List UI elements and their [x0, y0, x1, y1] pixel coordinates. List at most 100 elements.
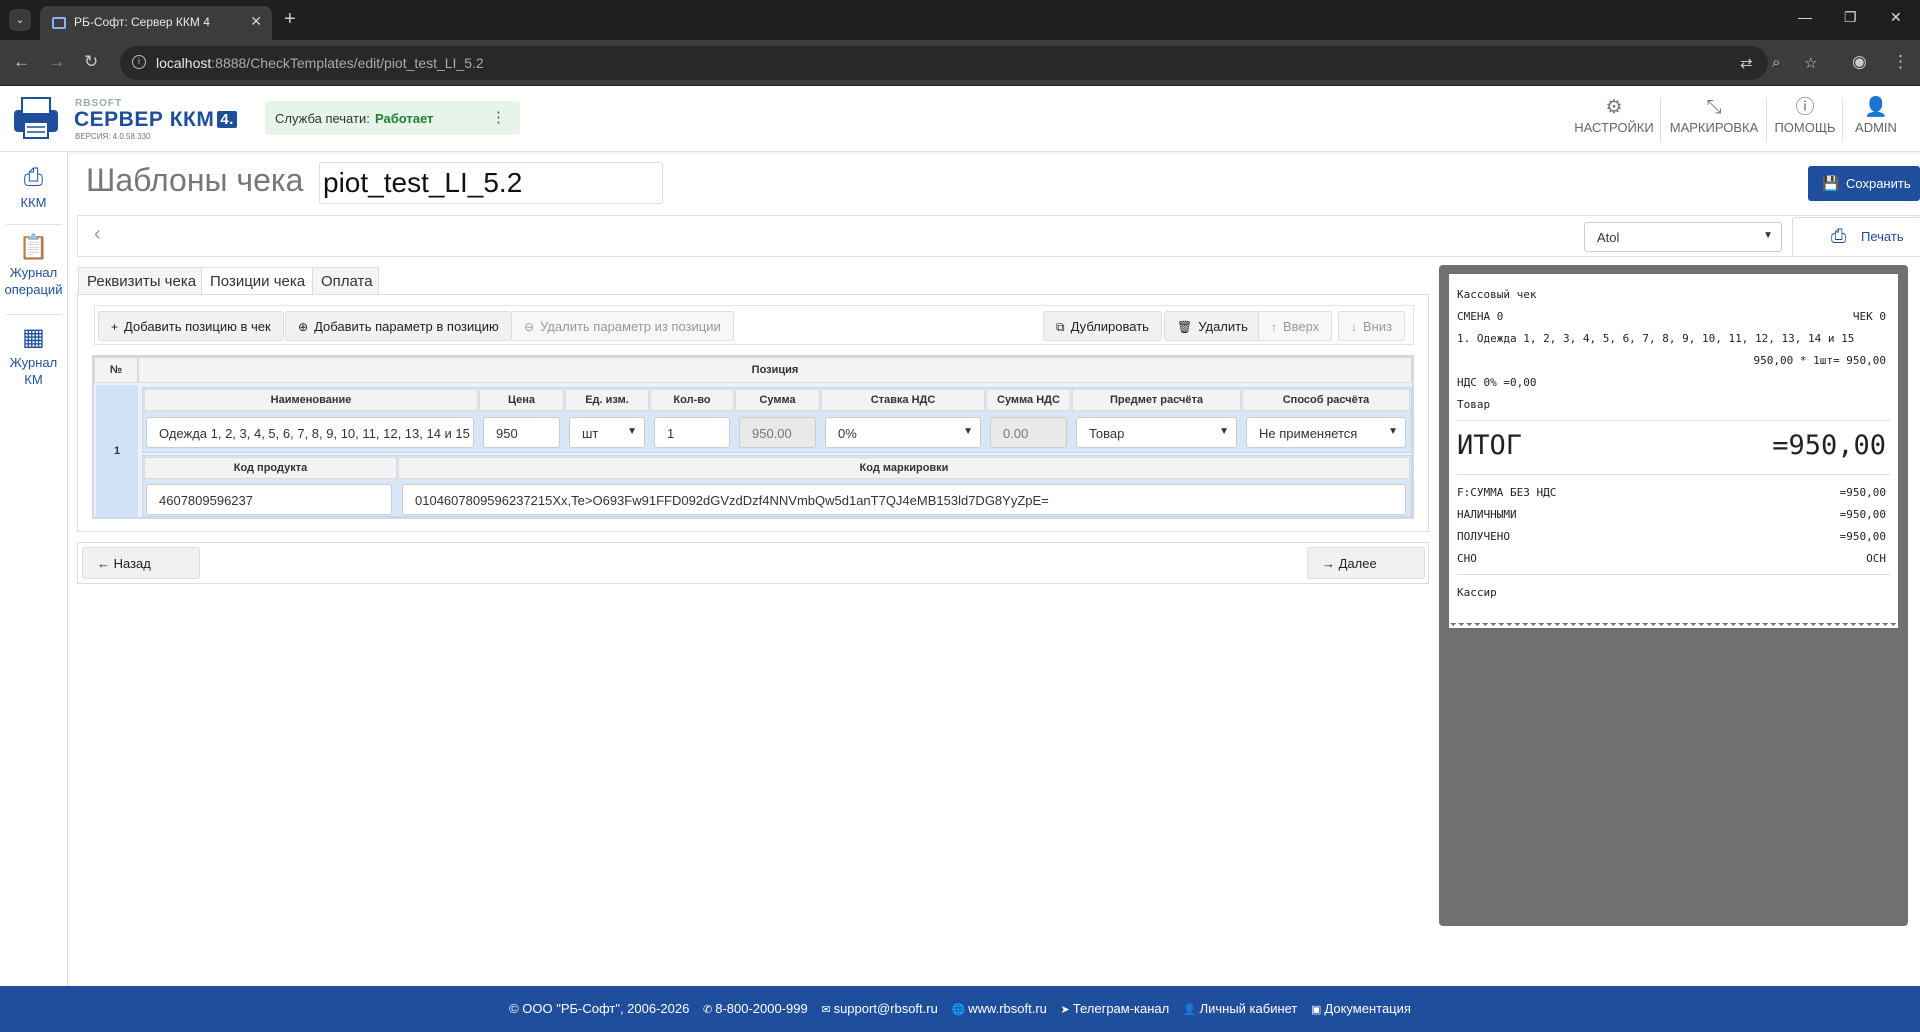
- sum-field: 950.00: [739, 417, 816, 448]
- qr-icon: ▦: [22, 324, 45, 351]
- nav-settings[interactable]: ⚙ НАСТРОЙКИ: [1572, 96, 1656, 144]
- marking-icon: ⤡: [1706, 97, 1722, 118]
- subject-select[interactable]: Товар ▼: [1076, 417, 1237, 448]
- plus-circle-icon: ⊕: [298, 320, 309, 334]
- kkm-select[interactable]: Atol ▼: [1584, 222, 1782, 252]
- browser-tab[interactable]: РБ-Софт: Сервер ККМ 4 ✕: [40, 6, 272, 40]
- logo-product: СЕРВЕР ККМ 4.: [74, 108, 237, 132]
- reload-icon[interactable]: ↻: [84, 52, 98, 72]
- tab-payment[interactable]: Оплата: [312, 267, 379, 295]
- sidebar: ⎙ ККМ 📋 Журнал операций ▦ Журнал КМ: [0, 152, 68, 986]
- footer-site[interactable]: 🌐 www.rbsoft.ru: [951, 1001, 1046, 1016]
- position-main-fields: Наименование Цена Ед. изм. Кол-во Сумма …: [142, 387, 1412, 453]
- name-input[interactable]: Одежда 1, 2, 3, 4, 5, 6, 7, 8, 9, 10, 11…: [146, 417, 474, 448]
- back-button[interactable]: ← Назад: [82, 547, 200, 579]
- label-name: Наименование: [144, 389, 478, 411]
- url-text: localhost:8888/CheckTemplates/edit/piot_…: [156, 55, 484, 71]
- price-input[interactable]: 950: [483, 417, 560, 448]
- browser-toolbar: ← → ↻ i localhost:8888/CheckTemplates/ed…: [0, 40, 1920, 86]
- profile-icon[interactable]: ◉: [1852, 52, 1867, 72]
- forward-icon[interactable]: →: [48, 52, 65, 72]
- label-subject: Предмет расчёта: [1072, 389, 1241, 411]
- user-icon: 👤: [1864, 97, 1888, 118]
- chevron-left-icon[interactable]: ‹: [94, 223, 101, 246]
- favicon-icon: [52, 17, 66, 29]
- receipt-total-value: =950,00: [1772, 430, 1886, 461]
- site-info-icon[interactable]: i: [132, 55, 146, 69]
- template-name-input[interactable]: piot_test_LI_5.2: [319, 162, 663, 204]
- col-num-header: №: [94, 357, 138, 383]
- duplicate-button[interactable]: ⧉ Дублировать: [1043, 311, 1162, 341]
- tab-close-icon[interactable]: ✕: [250, 13, 262, 30]
- marking-code-input[interactable]: 0104607809596237215Xx,Te>O693Fw91FFD092d…: [402, 484, 1406, 515]
- move-up-button[interactable]: ↑ Вверх: [1258, 311, 1333, 341]
- telegram-icon: ➤: [1060, 1004, 1070, 1016]
- position-param-fields: Код продукта Код маркировки 460780959623…: [142, 455, 1412, 517]
- restore-icon[interactable]: ❐: [1844, 9, 1857, 26]
- add-param-button[interactable]: ⊕ Добавить параметр в позицию: [285, 311, 512, 341]
- unit-select[interactable]: шт ▼: [569, 417, 645, 448]
- receipt-cashier: Кассир: [1457, 586, 1497, 599]
- receipt-item-line: 1. Одежда 1, 2, 3, 4, 5, 6, 7, 8, 9, 10,…: [1457, 332, 1855, 345]
- print-service-status: Служба печати: Работает ⋮: [265, 101, 520, 135]
- sidebar-item-operations-log[interactable]: 📋 Журнал операций: [0, 232, 67, 298]
- footer-telegram[interactable]: ➤ Телеграм-канал: [1061, 1001, 1170, 1016]
- back-icon[interactable]: ←: [13, 52, 30, 72]
- footer-docs[interactable]: ▣ Документация: [1311, 1001, 1411, 1016]
- nav-user[interactable]: 👤 ADMIN: [1846, 96, 1906, 144]
- positions-toolbar: + Добавить позицию в чек ⊕ Добавить параме…: [94, 305, 1414, 345]
- tab-requisites[interactable]: Реквизиты чека: [78, 267, 202, 295]
- bookmark-star-icon[interactable]: ☆: [1804, 54, 1817, 72]
- receipt-row-value: ОСН: [1866, 552, 1886, 565]
- receipt-total-label: ИТОГ: [1457, 430, 1523, 461]
- translate-icon[interactable]: ⇄: [1740, 54, 1753, 72]
- print-service-menu-icon[interactable]: ⋮: [491, 108, 506, 126]
- print-button[interactable]: ⎙ Печать: [1792, 217, 1920, 257]
- save-button[interactable]: 💾 Сохранить: [1808, 166, 1920, 201]
- new-tab-icon[interactable]: +: [284, 8, 296, 31]
- footer-cabinet[interactable]: 👤 Личный кабинет: [1183, 1001, 1298, 1016]
- sidebar-item-km-log[interactable]: ▦ Журнал КМ: [0, 322, 67, 388]
- next-button[interactable]: → Далее: [1307, 547, 1425, 579]
- tab-list-dropdown-icon[interactable]: ⌄: [9, 9, 31, 31]
- address-bar[interactable]: i localhost:8888/CheckTemplates/edit/pio…: [120, 46, 1817, 80]
- arrow-up-icon: ↑: [1271, 320, 1277, 334]
- footer-phone[interactable]: ✆ 8-800-2000-999: [703, 1001, 808, 1016]
- window-close-icon[interactable]: ✕: [1890, 9, 1902, 26]
- zoom-icon[interactable]: ⌕: [1772, 54, 1780, 71]
- tab-positions[interactable]: Позиции чека: [201, 267, 313, 296]
- arrow-right-icon: →: [1322, 556, 1339, 571]
- chevron-down-icon: ▼: [1388, 426, 1398, 437]
- row-number: 1: [96, 385, 138, 517]
- footer-email[interactable]: ✉ support@rbsoft.ru: [821, 1001, 937, 1016]
- method-select[interactable]: Не применяется ▼: [1246, 417, 1406, 448]
- add-position-button[interactable]: + Добавить позицию в чек: [98, 311, 284, 341]
- receipt-row-value: =950,00: [1839, 530, 1886, 543]
- receipt-preview: Кассовый чек СМЕНА 0 ЧЕК 0 1. Одежда 1, …: [1439, 265, 1908, 926]
- delete-button[interactable]: 🗑 Удалить: [1164, 311, 1261, 341]
- col-position-header: Позиция: [138, 357, 1412, 383]
- receipt-row-value: =950,00: [1839, 486, 1886, 499]
- minimize-icon[interactable]: —: [1798, 9, 1812, 25]
- nav-marking[interactable]: ⤡ МАРКИРОВКА: [1664, 96, 1764, 144]
- receipt-shift: СМЕНА 0: [1457, 310, 1504, 323]
- browser-tabbar: ⌄ РБ-Софт: Сервер ККМ 4 ✕ + — ❐ ✕: [0, 0, 1920, 40]
- label-unit: Ед. изм.: [565, 389, 649, 411]
- trash-icon: 🗑: [1177, 320, 1193, 334]
- receipt-item-calc: 950,00 * 1шт= 950,00: [1753, 354, 1886, 367]
- sidebar-item-kkm[interactable]: ⎙ ККМ: [0, 162, 67, 211]
- receipt-vat-line: НДС 0% =0,00: [1457, 376, 1537, 389]
- browser-menu-icon[interactable]: ⋮: [1892, 52, 1909, 72]
- vat-rate-select[interactable]: 0% ▼: [825, 417, 981, 448]
- nav-help[interactable]: ⓘ ПОМОЩЬ: [1770, 96, 1840, 144]
- qty-input[interactable]: 1: [654, 417, 730, 448]
- app-version: ВЕРСИЯ: 4.0.58.330: [75, 132, 151, 141]
- receipt-row-label: НАЛИЧНЫМИ: [1457, 508, 1517, 521]
- label-vat-sum: Сумма НДС: [986, 389, 1071, 411]
- printer-icon: ⎙: [1831, 226, 1847, 247]
- remove-param-button[interactable]: ⊖ Удалить параметр из позиции: [511, 311, 734, 341]
- receipt-check-no: ЧЕК 0: [1852, 310, 1886, 323]
- product-code-input[interactable]: 4607809596237: [146, 484, 392, 515]
- move-down-button[interactable]: ↓ Вниз: [1338, 311, 1406, 341]
- receipt-title: Кассовый чек: [1457, 288, 1537, 301]
